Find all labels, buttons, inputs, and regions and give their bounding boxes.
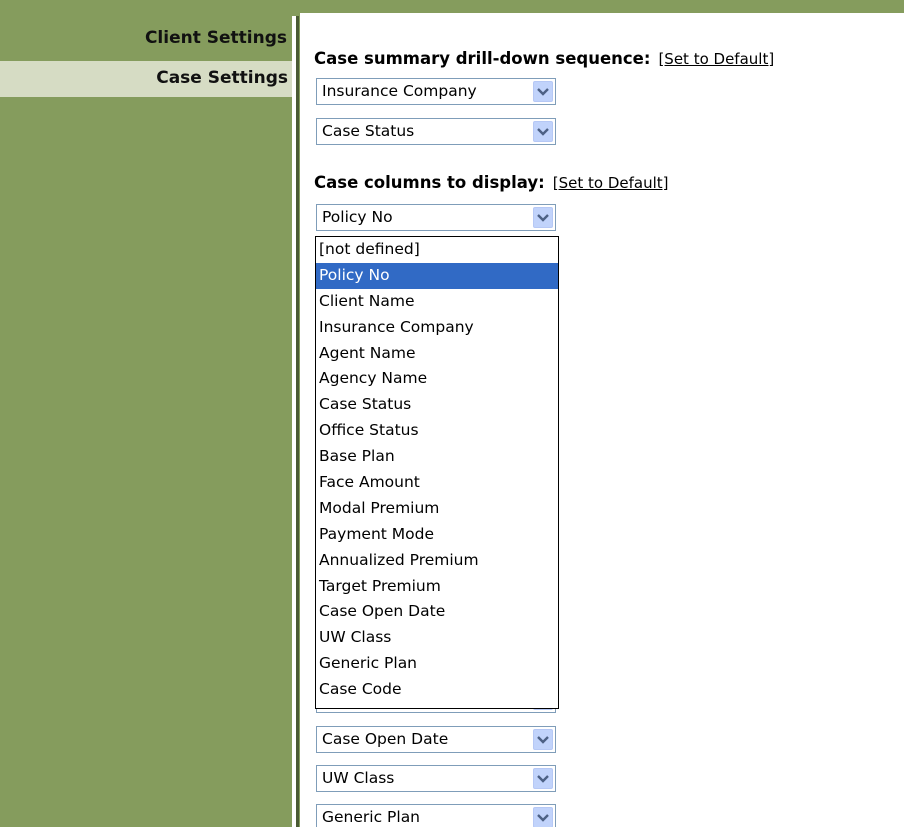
dropdown-arrow-icon[interactable] — [533, 807, 553, 827]
settings-panel: Case summary drill-down sequence: [Set to… — [300, 13, 904, 827]
list-option[interactable]: Case Code — [316, 677, 558, 703]
columns-select-open[interactable]: Policy No — [316, 204, 556, 231]
drilldown-select-1-value: Insurance Company — [322, 82, 477, 100]
columns-select-uw-class[interactable]: UW Class — [316, 765, 556, 792]
drilldown-set-default-link[interactable]: [Set to Default] — [658, 50, 774, 68]
list-option[interactable]: Modal Premium — [316, 496, 558, 522]
list-option[interactable]: Generic Plan — [316, 651, 558, 677]
drilldown-select-1[interactable]: Insurance Company — [316, 78, 556, 105]
list-option[interactable]: Agent Name — [316, 341, 558, 367]
sidebar-item-client-settings[interactable]: Client Settings — [145, 28, 287, 48]
sidebar: Client Settings Case Settings — [0, 0, 300, 827]
dropdown-arrow-icon[interactable] — [533, 81, 553, 102]
list-option[interactable]: Case Open Date — [316, 599, 558, 625]
columns-section-title: Case columns to display: [Set to Default] — [314, 173, 668, 192]
drilldown-title: Case summary drill-down sequence: — [314, 49, 651, 68]
list-option[interactable]: Case Status — [316, 392, 558, 418]
list-option[interactable]: UW Class — [316, 625, 558, 651]
drilldown-select-2-value: Case Status — [322, 122, 415, 140]
list-option[interactable]: [not defined] — [316, 237, 558, 263]
sidebar-shadow — [296, 16, 299, 827]
list-option[interactable]: Client Name — [316, 289, 558, 315]
list-option[interactable]: Insurance Company — [316, 315, 558, 341]
sidebar-item-case-settings[interactable]: Case Settings — [156, 68, 288, 88]
columns-title: Case columns to display: — [314, 173, 545, 192]
list-option[interactable]: Base Plan — [316, 444, 558, 470]
columns-set-default-link[interactable]: [Set to Default] — [553, 174, 669, 192]
dropdown-arrow-icon[interactable] — [533, 768, 553, 789]
list-option[interactable]: Target Premium — [316, 574, 558, 600]
drilldown-section-title: Case summary drill-down sequence: [Set to… — [314, 49, 774, 68]
columns-select-case-open-date[interactable]: Case Open Date — [316, 726, 556, 753]
columns-dropdown-list[interactable]: [not defined] Policy No Client Name Insu… — [315, 236, 559, 709]
dropdown-arrow-icon[interactable] — [533, 729, 553, 750]
dropdown-arrow-icon[interactable] — [533, 207, 553, 228]
list-option[interactable]: Annualized Premium — [316, 548, 558, 574]
columns-select-value: Case Open Date — [322, 730, 449, 748]
list-option-selected[interactable]: Policy No — [316, 262, 558, 289]
columns-select-open-value: Policy No — [322, 208, 393, 226]
columns-select-generic-plan[interactable]: Generic Plan — [316, 804, 556, 827]
columns-select-value: UW Class — [322, 769, 395, 787]
list-option[interactable]: Payment Mode — [316, 522, 558, 548]
columns-select-value: Generic Plan — [322, 808, 421, 826]
list-option[interactable]: Face Amount — [316, 470, 558, 496]
list-option[interactable]: Agency Name — [316, 366, 558, 392]
list-option[interactable]: Office Status — [316, 418, 558, 444]
dropdown-arrow-icon[interactable] — [533, 121, 553, 142]
drilldown-select-2[interactable]: Case Status — [316, 118, 556, 145]
